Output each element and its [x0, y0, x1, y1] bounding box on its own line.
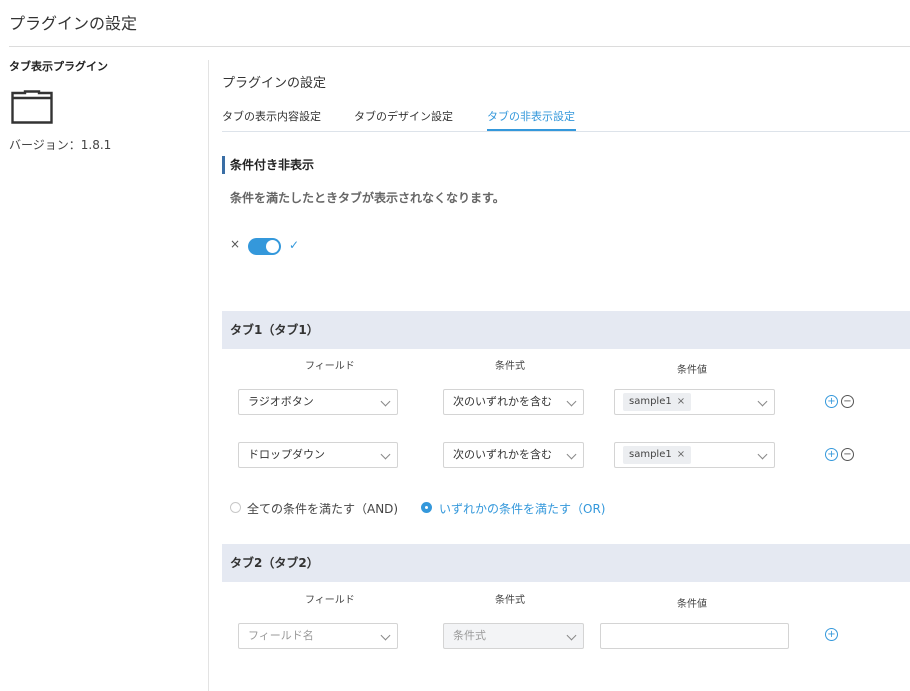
- chevron-down-icon: [380, 396, 391, 407]
- value-multiselect[interactable]: sample1 ×: [614, 442, 775, 468]
- field-select-value: ドロップダウン: [248, 448, 325, 461]
- page-title: プラグインの設定: [9, 14, 138, 33]
- value-input[interactable]: [600, 623, 789, 649]
- column-field-label: フィールド: [305, 595, 355, 606]
- remove-tag-icon[interactable]: ×: [677, 449, 685, 460]
- field-select-placeholder: フィールド名: [248, 629, 314, 642]
- chevron-down-icon: [757, 449, 768, 460]
- condition-select-value: 次のいずれかを含む: [453, 395, 552, 408]
- title-divider: [9, 46, 910, 47]
- toggle-on-label: ✓: [289, 238, 300, 252]
- section-heading: 条件付き非表示: [222, 156, 314, 174]
- condition-select[interactable]: 次のいずれかを含む: [443, 389, 584, 415]
- chevron-down-icon: [380, 449, 391, 460]
- column-value-label: 条件値: [677, 365, 707, 376]
- settings-title: プラグインの設定: [222, 76, 327, 91]
- add-condition-button[interactable]: +: [825, 395, 838, 408]
- field-select[interactable]: ラジオボタン: [238, 389, 398, 415]
- remove-tag-icon[interactable]: ×: [677, 396, 685, 407]
- value-multiselect[interactable]: sample1 ×: [614, 389, 775, 415]
- plugin-name: タブ表示プラグイン: [9, 60, 108, 73]
- tab1-block-header: タブ1（タブ1）: [222, 311, 910, 349]
- radio-or-label: いずれかの条件を満たす（OR): [439, 502, 606, 516]
- section-description: 条件を満たしたときタブが表示されなくなります。: [230, 191, 505, 205]
- column-field-label: フィールド: [305, 361, 355, 372]
- chevron-down-icon: [380, 630, 391, 641]
- radio-and[interactable]: [230, 502, 241, 513]
- value-tag-label: sample1: [629, 396, 672, 407]
- condition-select-value: 次のいずれかを含む: [453, 448, 552, 461]
- toggle-knob: [266, 240, 279, 253]
- add-condition-button[interactable]: +: [825, 448, 838, 461]
- value-tag: sample1 ×: [623, 446, 692, 464]
- remove-condition-button[interactable]: −: [841, 395, 854, 408]
- tab2-block-header: タブ2（タブ2）: [222, 544, 910, 582]
- field-select[interactable]: フィールド名: [238, 623, 398, 649]
- toggle-off-label: ×: [230, 237, 241, 251]
- tab-hide-settings[interactable]: タブの非表示設定: [487, 108, 575, 124]
- condition-select-placeholder: 条件式: [453, 629, 486, 642]
- radio-and-label: 全ての条件を満たす（AND): [247, 502, 399, 516]
- panel-divider: [208, 60, 209, 691]
- chevron-down-icon: [566, 630, 577, 641]
- field-select[interactable]: ドロップダウン: [238, 442, 398, 468]
- condition-select: 条件式: [443, 623, 584, 649]
- conditional-hide-toggle[interactable]: [248, 238, 281, 255]
- chevron-down-icon: [566, 449, 577, 460]
- value-tag-label: sample1: [629, 449, 672, 460]
- chevron-down-icon: [566, 396, 577, 407]
- plugin-version: バージョン：1.8.1: [9, 138, 112, 152]
- add-condition-button[interactable]: +: [825, 628, 838, 641]
- column-condition-label: 条件式: [495, 361, 525, 372]
- folder-icon: [11, 90, 53, 124]
- radio-or[interactable]: [421, 502, 432, 513]
- column-condition-label: 条件式: [495, 595, 525, 606]
- active-tab-indicator: [487, 129, 576, 131]
- plugin-info-panel: タブ表示プラグイン バージョン：1.8.1: [9, 58, 199, 152]
- column-value-label: 条件値: [677, 599, 707, 610]
- tab-design[interactable]: タブのデザイン設定: [354, 108, 453, 124]
- settings-tabs: タブの表示内容設定 タブのデザイン設定 タブの非表示設定: [222, 100, 910, 132]
- chevron-down-icon: [757, 396, 768, 407]
- field-select-value: ラジオボタン: [248, 395, 314, 408]
- tab-display-content[interactable]: タブの表示内容設定: [222, 108, 321, 124]
- remove-condition-button[interactable]: −: [841, 448, 854, 461]
- value-tag: sample1 ×: [623, 393, 692, 411]
- condition-select[interactable]: 次のいずれかを含む: [443, 442, 584, 468]
